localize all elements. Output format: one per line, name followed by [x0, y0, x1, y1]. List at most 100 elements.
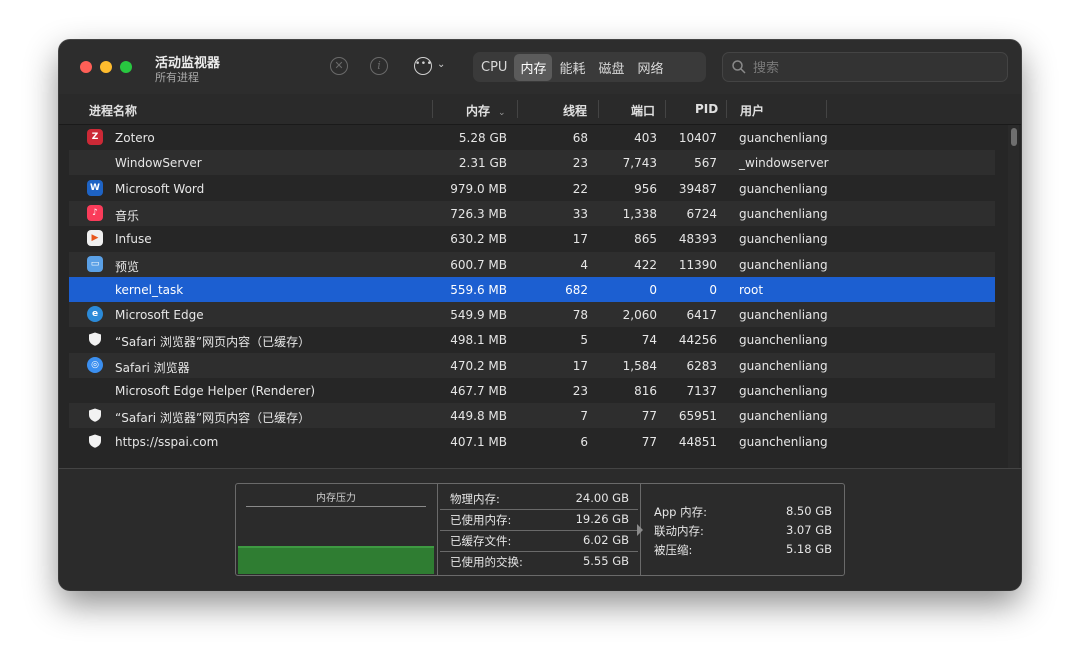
table-row[interactable]: W Microsoft Word 979.0 MB 22 956 39487 guanche… — [69, 176, 995, 201]
minimize-window-button[interactable] — [100, 61, 112, 73]
process-user: guanchenliang — [739, 384, 828, 398]
table-row[interactable]: “Safari 浏览器”网页内容（已缓存） 449.8 MB 7 77 65951 gua… — [69, 403, 995, 429]
table-row[interactable]: e Microsoft Edge 549.9 MB 78 2,060 6417 guanch… — [69, 302, 995, 328]
process-pid: 10407 — [678, 131, 717, 145]
chevron-down-icon[interactable]: ⌄ — [437, 59, 445, 70]
process-ports: 403 — [634, 131, 657, 145]
process-threads: 22 — [572, 181, 588, 196]
process-threads: 23 — [572, 384, 588, 398]
process-ports: 1,338 — [622, 206, 657, 221]
activity-monitor-window: 活动监视器 所有进程 ✕ i ••• ⌄ CPU 内存 能耗 磁盘 网络 进程名… — [59, 40, 1021, 590]
column-divider[interactable] — [665, 100, 666, 118]
process-user: root — [739, 282, 764, 297]
wired-memory-value: 3.07 GB — [785, 523, 832, 537]
tab-memory[interactable]: 内存 — [514, 53, 553, 81]
preview-icon: ▭ — [87, 255, 103, 272]
table-row[interactable]: “Safari 浏览器”网页内容（已缓存） 498.1 MB 5 74 44256 gua… — [69, 327, 995, 352]
column-header-pid[interactable]: PID — [695, 102, 718, 116]
shield-icon — [87, 407, 103, 423]
more-options-icon[interactable]: ••• — [414, 57, 432, 75]
column-header-threads[interactable]: 线程 — [563, 102, 587, 119]
process-memory: 600.7 MB — [450, 257, 507, 272]
safari-icon: ◎ — [87, 356, 103, 373]
process-name: kernel_task — [115, 282, 184, 297]
column-divider[interactable] — [598, 100, 599, 118]
column-header-user[interactable]: 用户 — [740, 102, 764, 119]
tab-network[interactable]: 网络 — [631, 54, 669, 81]
process-pid: 65951 — [678, 409, 717, 424]
compressed-label: 被压缩: — [654, 543, 693, 557]
cached-files-value: 6.02 GB — [582, 533, 629, 547]
tab-cpu[interactable]: CPU — [475, 56, 513, 79]
process-name: 预览 — [115, 259, 140, 274]
infuse-icon: ▶ — [87, 230, 103, 247]
table-row[interactable]: ▶ Infuse 630.2 MB 17 865 48393 guanchenliang — [69, 226, 995, 251]
table-row[interactable]: ▭ 预览 600.7 MB 4 422 11390 guanchenliang — [69, 251, 995, 277]
column-divider[interactable] — [517, 100, 518, 118]
toolbar: 活动监视器 所有进程 ✕ i ••• ⌄ CPU 内存 能耗 磁盘 网络 — [59, 40, 1021, 94]
table-row[interactable]: ♪ 音乐 726.3 MB 33 1,338 6724 guanchenliang — [69, 200, 995, 226]
process-ports: 77 — [641, 434, 657, 449]
process-name: https://sspai.com — [115, 434, 219, 449]
process-user: guanchenliang — [739, 434, 828, 449]
tab-disk[interactable]: 磁盘 — [592, 54, 630, 81]
process-memory: 726.3 MB — [450, 206, 507, 221]
table-row[interactable]: kernel_task 559.6 MB 682 0 0 root — [69, 276, 995, 302]
view-tabs: CPU 内存 能耗 磁盘 网络 — [473, 52, 706, 82]
info-icon[interactable]: i — [370, 57, 388, 75]
used-memory-label: 已使用内存: — [450, 513, 512, 527]
scrollbar[interactable] — [1008, 125, 1019, 468]
process-pid: 6283 — [686, 358, 717, 373]
process-user: guanchenliang — [739, 257, 828, 272]
stat-divider — [440, 551, 638, 552]
process-user: guanchenliang — [739, 358, 828, 373]
table-row[interactable]: ◎ Safari 浏览器 470.2 MB 17 1,584 6283 guanchenli… — [69, 352, 995, 378]
process-threads: 7 — [580, 409, 588, 424]
process-pid: 567 — [694, 156, 717, 171]
process-name: Zotero — [115, 131, 155, 145]
tab-energy[interactable]: 能耗 — [553, 54, 591, 81]
process-name: WindowServer — [115, 156, 202, 171]
table-row[interactable]: Microsoft Edge Helper (Renderer) 467.7 MB… — [69, 378, 995, 403]
process-threads: 4 — [580, 257, 588, 272]
physical-memory-value: 24.00 GB — [575, 491, 629, 505]
process-memory: 407.1 MB — [450, 434, 507, 449]
process-threads: 68 — [572, 131, 588, 145]
window-subtitle: 所有进程 — [155, 71, 199, 84]
music-icon: ♪ — [87, 204, 103, 221]
process-threads: 682 — [565, 282, 588, 297]
process-pid: 39487 — [678, 181, 717, 196]
wired-memory-label: 联动内存: — [654, 524, 704, 538]
process-user: guanchenliang — [739, 232, 828, 247]
process-pid: 0 — [709, 282, 717, 297]
column-divider[interactable] — [826, 100, 827, 118]
process-memory: 470.2 MB — [450, 358, 507, 373]
word-icon: W — [87, 179, 103, 196]
process-pid: 6724 — [686, 206, 717, 221]
process-memory: 498.1 MB — [450, 333, 507, 348]
search-box[interactable] — [722, 52, 1008, 82]
process-threads: 6 — [580, 434, 588, 449]
scroll-thumb[interactable] — [1011, 128, 1017, 146]
column-header-memory[interactable]: 内存 ⌄ — [466, 102, 506, 119]
table-row[interactable]: WindowServer 2.31 GB 23 7,743 567 _windowserv… — [69, 150, 995, 176]
process-ports: 1,584 — [622, 358, 657, 373]
used-memory-value: 19.26 GB — [575, 512, 629, 526]
process-ports: 956 — [634, 181, 657, 196]
process-user: guanchenliang — [739, 409, 828, 424]
process-memory: 467.7 MB — [450, 384, 507, 398]
column-divider[interactable] — [726, 100, 727, 118]
process-pid: 48393 — [678, 232, 717, 247]
table-row[interactable]: Z Zotero 5.28 GB 68 403 10407 guanchenliang — [69, 125, 995, 150]
search-input[interactable] — [751, 57, 995, 79]
table-row[interactable]: https://sspai.com 407.1 MB 6 77 44851 guanche… — [69, 429, 995, 454]
column-divider[interactable] — [432, 100, 433, 118]
stop-process-icon[interactable]: ✕ — [330, 57, 348, 75]
zoom-window-button[interactable] — [120, 61, 132, 73]
column-header-name[interactable]: 进程名称 — [89, 102, 137, 119]
shield-icon — [87, 433, 103, 449]
close-window-button[interactable] — [80, 61, 92, 73]
process-threads: 17 — [572, 232, 588, 247]
column-header-ports[interactable]: 端口 — [631, 102, 655, 119]
stat-divider — [440, 509, 638, 510]
